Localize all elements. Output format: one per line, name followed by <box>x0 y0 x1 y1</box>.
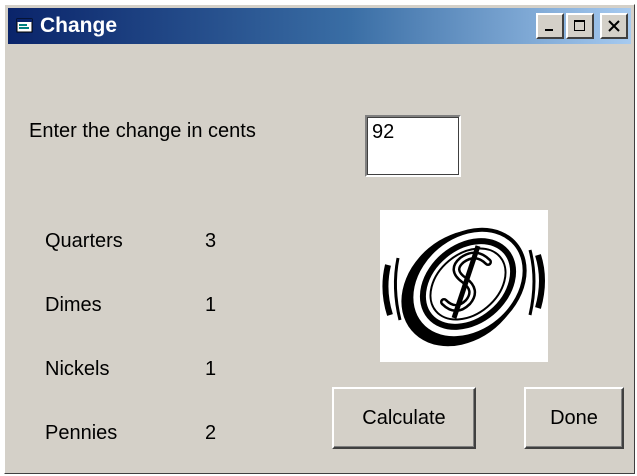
minimize-icon <box>544 20 556 32</box>
maximize-icon <box>573 19 587 33</box>
change-window: Change Enter the change in cents 92 Quar… <box>4 4 635 474</box>
cents-prompt-label: Enter the change in cents <box>29 120 256 142</box>
cents-input[interactable]: 92 <box>365 115 461 177</box>
quarters-label: Quarters <box>45 230 123 252</box>
calculate-button[interactable]: Calculate <box>332 387 476 449</box>
coin-picture <box>380 210 548 362</box>
nickels-value: 1 <box>205 358 217 380</box>
dollar-coin-icon <box>380 227 548 366</box>
close-button[interactable] <box>600 13 628 39</box>
window-title: Change <box>40 14 118 37</box>
dimes-label: Dimes <box>45 294 102 316</box>
quarters-value: 3 <box>205 230 217 252</box>
done-button[interactable]: Done <box>524 387 624 449</box>
form-icon[interactable] <box>16 18 34 34</box>
maximize-button[interactable] <box>566 13 594 39</box>
close-icon <box>607 19 621 33</box>
minimize-button[interactable] <box>536 13 564 39</box>
pennies-label: Pennies <box>45 422 118 444</box>
dimes-value: 1 <box>205 294 217 316</box>
title-bar[interactable]: Change <box>8 8 631 44</box>
nickels-label: Nickels <box>45 358 110 380</box>
pennies-value: 2 <box>205 422 217 444</box>
